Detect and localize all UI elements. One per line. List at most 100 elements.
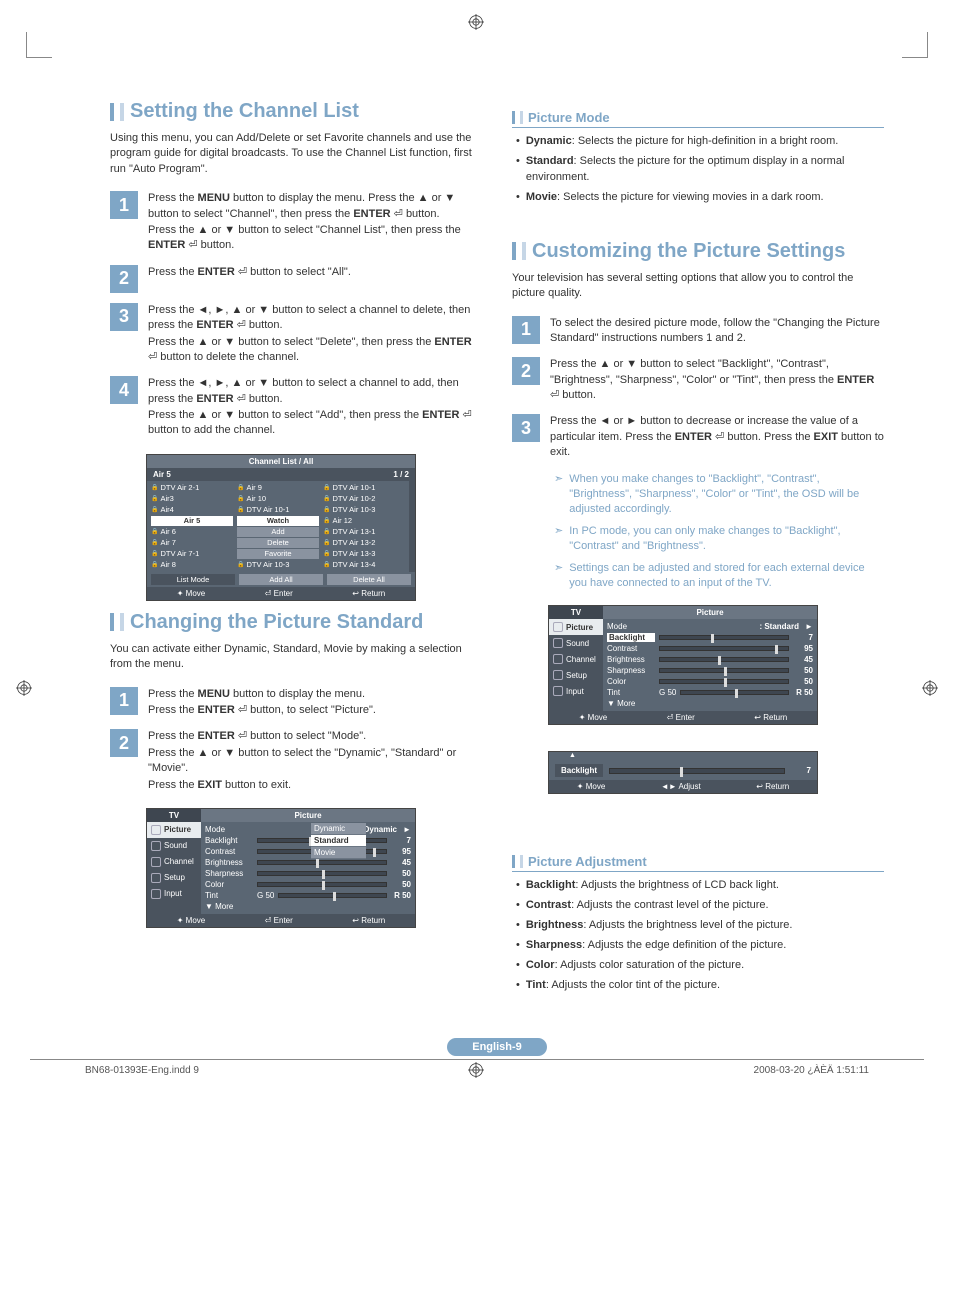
bullet-dot-icon: • (516, 958, 520, 974)
osd-side-label: Setup (566, 671, 587, 680)
osd-channel-cell: 🔒DTV Air 13-3 (323, 549, 405, 559)
osd-bar-slider (609, 768, 785, 774)
crop-mark-icon (26, 32, 52, 58)
osd-row-value: 7 (391, 836, 411, 845)
heading-changing-picture-standard: Changing the Picture Standard (130, 611, 423, 634)
lock-icon: 🔒 (151, 550, 158, 557)
osd-footer-item: ⏎ Enter (265, 916, 293, 925)
osd-row-label: Backlight (205, 836, 253, 845)
osd-channel-cell: 🔒DTV Air 10-2 (323, 494, 405, 504)
note-arrow-icon: ➣ (554, 561, 563, 592)
osd-bar-label: Backlight (555, 764, 603, 777)
osd-channel-cell: Add (237, 527, 319, 537)
bullet-item: •Color: Adjusts color saturation of the … (516, 958, 884, 974)
lock-icon: 🔒 (151, 528, 158, 535)
osd-row-value: 45 (391, 858, 411, 867)
bullet-text: Movie: Selects the picture for viewing m… (526, 190, 824, 206)
step: 3Press the ◄, ►, ▲ or ▼ button to select… (110, 303, 482, 367)
osd-side-item: Picture (549, 619, 603, 635)
osd-row: Color50 (205, 879, 411, 890)
osd-legend-item: Add All (239, 574, 323, 585)
osd-slider (680, 690, 789, 695)
osd-channel-cell: 🔒Air4 (151, 505, 233, 515)
heading-picture-adjustment: Picture Adjustment (528, 854, 647, 869)
osd-row-value: 50 (391, 880, 411, 889)
osd-footer-item: ↩ Return (756, 782, 789, 791)
osd-row-label: Tint (205, 891, 253, 900)
heading-picture-mode: Picture Mode (528, 110, 610, 125)
osd-row-label: ▼ More (607, 699, 655, 708)
osd-row-value: 95 (391, 847, 411, 856)
osd-side-icon (553, 638, 563, 648)
bullet-text: Dynamic: Selects the picture for high-de… (526, 134, 838, 150)
bullet-text: Standard: Selects the picture for the op… (526, 154, 884, 186)
bullet-dot-icon: • (516, 134, 520, 150)
osd-channel-cell: 🔒DTV Air 10-1 (323, 483, 405, 493)
osd-row-label: Contrast (205, 847, 253, 856)
lock-icon: 🔒 (151, 484, 158, 491)
step-number: 2 (110, 729, 138, 757)
osd-bar-value: 7 (791, 766, 811, 775)
osd-channel-cell: 🔒Air 12 (323, 516, 405, 526)
osd-side-label: Sound (566, 639, 589, 648)
osd-side-icon (151, 873, 161, 883)
note: ➣When you make changes to "Backlight", "… (554, 472, 884, 518)
lock-icon: 🔒 (237, 506, 244, 513)
osd-channel-cell: Watch (237, 516, 319, 526)
osd-slider (257, 860, 387, 865)
bullet-item: • Brightness: Adjusts the brightness leve… (516, 918, 884, 934)
lock-icon: 🔒 (323, 506, 330, 513)
crop-mark-icon (902, 32, 928, 58)
osd-slider (659, 646, 789, 651)
osd-row-left: G 50 (659, 688, 676, 697)
step-line: Press the EXIT button to exit. (148, 778, 482, 793)
intro-text: You can activate either Dynamic, Standar… (110, 642, 482, 673)
step-number: 1 (110, 191, 138, 219)
bullet-item: •Sharpness: Adjusts the edge definition … (516, 938, 884, 954)
step-line: Press the ENTER ⏎ button to select "Mode… (148, 729, 482, 744)
chevron-right-icon: ► (403, 825, 411, 834)
bullet-text: Contrast: Adjusts the contrast level of … (526, 898, 769, 914)
osd-footer-item: ◄► Adjust (661, 782, 701, 791)
osd-slider (659, 668, 789, 673)
osd-channel-cell: 🔒DTV Air 10-3 (323, 505, 405, 515)
note: ➣Settings can be adjusted and stored for… (554, 561, 884, 592)
osd-channel-cell: 🔒Air 7 (151, 538, 233, 548)
osd-row-value: : Standard (659, 622, 801, 631)
osd-caption: Picture (603, 606, 817, 619)
osd-channel-cell: 🔒DTV Air 10-3 (237, 560, 319, 570)
step: 1To select the desired picture mode, fol… (512, 316, 884, 348)
note-text: When you make changes to "Backlight", "C… (569, 472, 884, 518)
bullet-text: Sharpness: Adjusts the edge definition o… (526, 938, 787, 954)
lock-icon: 🔒 (323, 517, 330, 524)
lock-icon: 🔒 (323, 539, 330, 546)
bullet-text: Brightness: Adjusts the brightness level… (526, 918, 793, 934)
heading-customizing-picture-settings: Customizing the Picture Settings (532, 240, 845, 263)
section-title: Changing the Picture Standard (110, 611, 482, 634)
section-title: Setting the Channel List (110, 100, 482, 123)
osd-side-icon (553, 654, 563, 664)
osd-row: Mode: Dynamic► (205, 824, 411, 835)
osd-footer-item: ✦ Move (177, 589, 206, 598)
bullet-dot-icon: • (516, 918, 520, 934)
osd-row-label: Color (607, 677, 655, 686)
note-text: In PC mode, you can only make changes to… (569, 524, 884, 555)
page-number-badge: English-9 (447, 1038, 547, 1056)
osd-channel-cell: 🔒Air 10 (237, 494, 319, 504)
osd-footer-item: ✦ Move (579, 713, 608, 722)
osd-row-label: Brightness (205, 858, 253, 867)
chevron-right-icon: ► (805, 622, 813, 631)
left-column: Setting the Channel List Using this menu… (110, 100, 482, 998)
osd-side-item: Sound (549, 635, 603, 651)
bullet-dot-icon: • (516, 154, 520, 186)
step-number: 2 (110, 265, 138, 293)
step-body: Press the ENTER ⏎ button to select "Mode… (148, 729, 482, 794)
osd-row: ▼ More (607, 698, 813, 709)
note-arrow-icon: ➣ (554, 472, 563, 518)
osd-channel-cell: Favorite (237, 549, 319, 559)
lock-icon: 🔒 (323, 561, 330, 568)
footer-right: 2008-03-20 ¿ÀÈÄ 1:51:11 (754, 1065, 869, 1076)
osd-title: Channel List / All (147, 455, 415, 468)
osd-row-label: Backlight (607, 633, 655, 642)
osd-footer-item: ⏎ Enter (265, 589, 293, 598)
